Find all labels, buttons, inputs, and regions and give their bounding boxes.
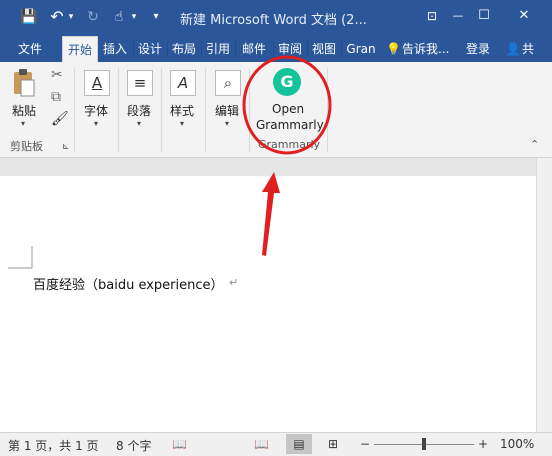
zoom-out-button[interactable]: − <box>360 437 370 451</box>
web-layout-icon[interactable]: ⊞ <box>328 437 338 451</box>
zoom-in-button[interactable]: + <box>478 437 488 451</box>
page-count[interactable]: 第 1 页，共 1 页 <box>8 437 99 454</box>
read-mode-icon[interactable]: 📖 <box>254 437 269 451</box>
proofing-icon[interactable]: 📖 <box>172 437 187 451</box>
zoom-slider-track[interactable] <box>374 438 474 450</box>
status-bar: 第 1 页，共 1 页 8 个字 📖 📖 ▤ ⊞ − + 100% <box>0 432 552 456</box>
zoom-level[interactable]: 100% <box>500 437 534 451</box>
annotation-circle <box>242 55 332 155</box>
print-layout-icon[interactable]: ▤ <box>286 434 312 454</box>
word-count[interactable]: 8 个字 <box>116 437 151 454</box>
annotation-arrow <box>262 172 280 256</box>
zoom-slider-thumb[interactable] <box>422 438 426 450</box>
annotation-overlay <box>242 55 332 256</box>
